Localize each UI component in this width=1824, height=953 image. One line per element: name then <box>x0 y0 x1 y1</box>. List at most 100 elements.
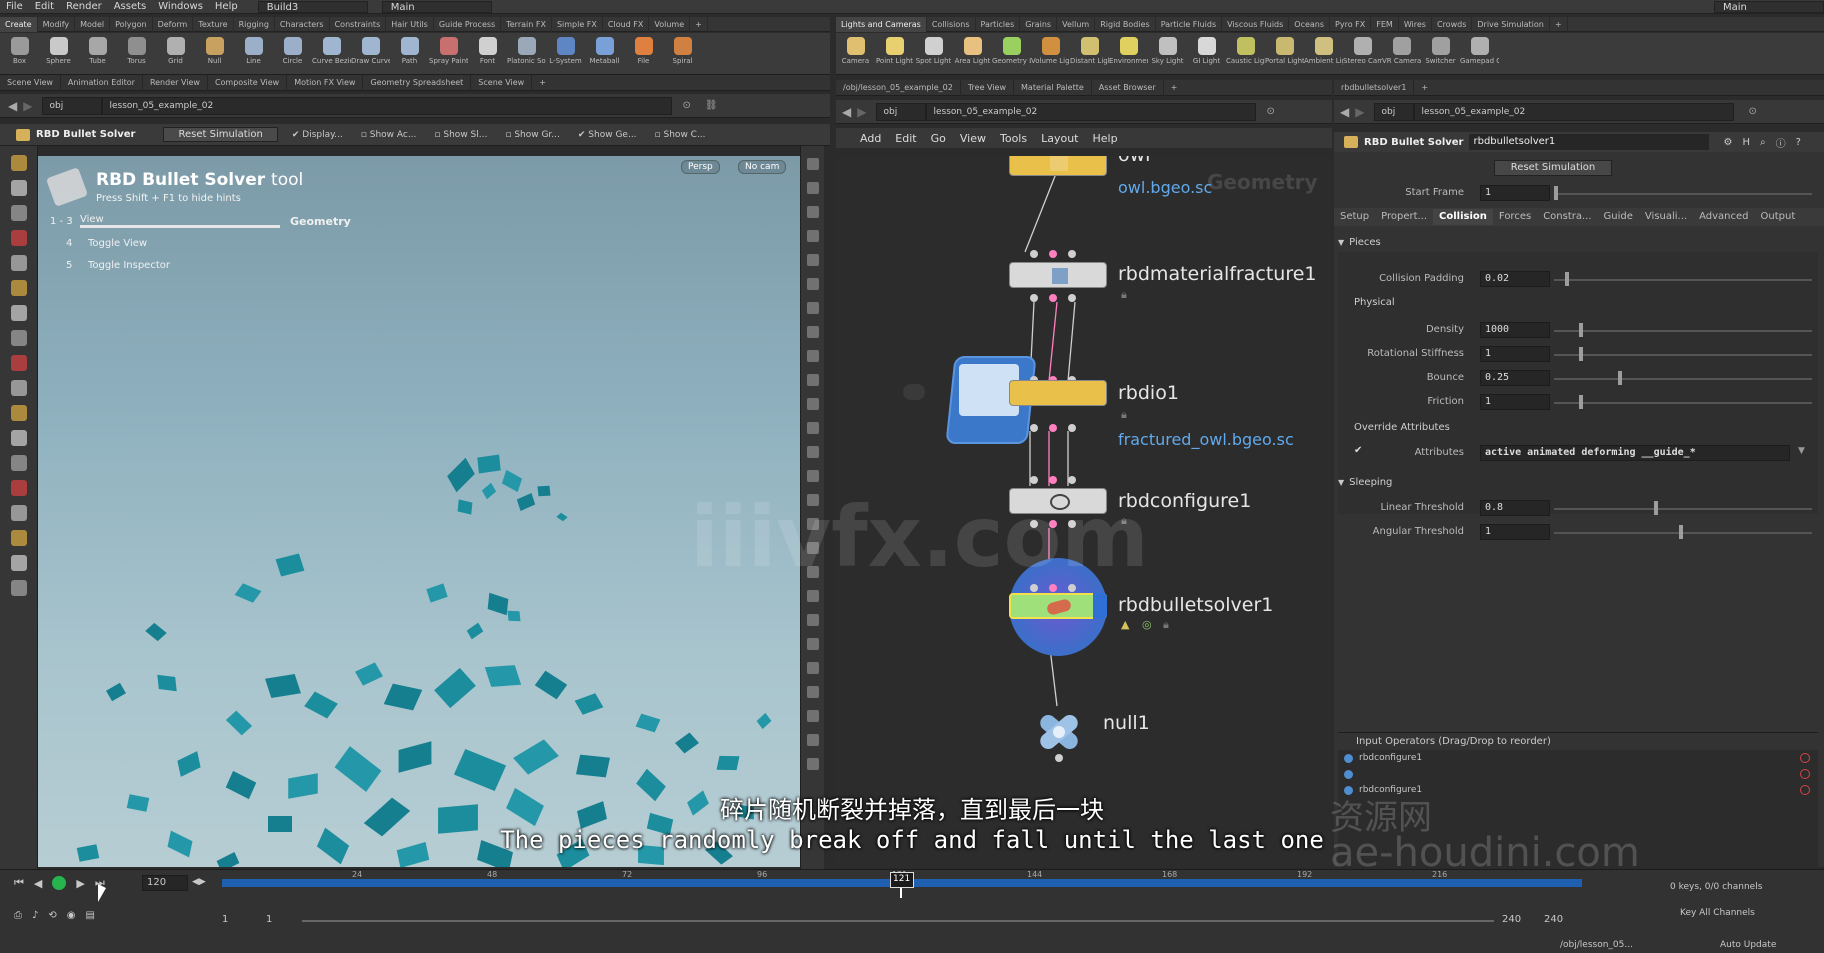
network-menu-help[interactable]: Help <box>1093 132 1118 145</box>
shelf-tab-particle-fluids[interactable]: Particle Fluids <box>1156 16 1223 32</box>
menu-windows[interactable]: Windows <box>152 1 209 12</box>
3d-viewport[interactable]: RBD Bullet Solver tool Press Shift + F1 … <box>38 156 800 867</box>
lock-icon[interactable]: 🔒︎ <box>1121 288 1127 302</box>
tool-point-light[interactable]: Point Light <box>875 33 914 75</box>
viewport-tool-icon[interactable] <box>10 580 27 596</box>
tool-ambient-light[interactable]: Ambient Light <box>1304 33 1343 75</box>
remove-input-icon[interactable] <box>1800 753 1810 763</box>
tool-font[interactable]: Font <box>468 33 507 75</box>
path-root[interactable]: obj <box>42 96 103 115</box>
display-option-icon[interactable] <box>806 422 819 434</box>
camera-menu[interactable]: No cam <box>738 160 787 174</box>
shelf-tab-create[interactable]: Create <box>0 16 38 32</box>
tool-distant-light[interactable]: Distant Light <box>1070 33 1109 75</box>
current-frame-marker[interactable]: 121 <box>890 872 914 888</box>
viewport-tool-icon[interactable] <box>10 255 27 271</box>
tool-curve-bezier[interactable]: Curve Bezier <box>312 33 351 75</box>
pane-tab-animation-editor[interactable]: Animation Editor <box>61 74 143 91</box>
menu-assets[interactable]: Assets <box>108 1 153 12</box>
display-option-icon[interactable] <box>806 326 819 338</box>
collision-padding-slider[interactable] <box>1554 279 1812 281</box>
tool-spray-paint[interactable]: Spray Paint <box>429 33 468 75</box>
rotational-stiffness-slider[interactable] <box>1554 354 1812 356</box>
viewport-tool-icon[interactable] <box>10 355 27 371</box>
shelf-tab-model[interactable]: Model <box>75 16 111 32</box>
output-port[interactable] <box>1068 424 1076 432</box>
node-label-owl[interactable]: owl <box>1118 156 1150 166</box>
persp-menu[interactable]: Persp <box>681 160 720 174</box>
density-field[interactable]: 1000 <box>1480 322 1550 338</box>
shelf-tab-cloud-fx[interactable]: Cloud FX <box>603 16 650 32</box>
rotational-stiffness-field[interactable]: 1 <box>1480 346 1550 362</box>
toggle-show-active[interactable]: ▫ Show Ac... <box>361 130 417 140</box>
add-shelf-icon[interactable]: + <box>690 16 708 32</box>
add-tab-icon[interactable]: + <box>532 75 553 91</box>
node-label-rbdmaterialfracture1[interactable]: rbdmaterialfracture1 <box>1118 263 1317 285</box>
range-start-field-2[interactable]: 1 <box>266 914 272 925</box>
friction-field[interactable]: 1 <box>1480 394 1550 410</box>
tool-circle[interactable]: Circle <box>273 33 312 75</box>
tool-geometry-light[interactable]: Geometry Light <box>992 33 1031 75</box>
shelf-tab-volume[interactable]: Volume <box>649 16 691 32</box>
input-port[interactable] <box>1030 476 1038 484</box>
output-port[interactable] <box>1049 424 1057 432</box>
viewport-tool-icon[interactable] <box>10 280 27 296</box>
input-port[interactable] <box>1030 250 1038 258</box>
forward-arrow-icon[interactable]: ▶ <box>857 105 866 119</box>
start-frame-field[interactable]: 1 <box>1480 185 1550 201</box>
friction-slider-handle[interactable] <box>1579 395 1583 409</box>
display-option-icon[interactable] <box>806 446 819 458</box>
menu-help[interactable]: Help <box>209 1 244 12</box>
shelf-tab-deform[interactable]: Deform <box>153 16 194 32</box>
shelf-tab-particles[interactable]: Particles <box>976 16 1021 32</box>
network-menu-view[interactable]: View <box>960 132 986 145</box>
start-frame-slider[interactable] <box>1554 193 1812 195</box>
viewport-tool-icon[interactable] <box>10 305 27 321</box>
node-label-rbdbulletsolver1[interactable]: rbdbulletsolver1 <box>1118 594 1273 616</box>
tool-switcher[interactable]: Switcher <box>1421 33 1460 75</box>
param-tab-constra[interactable]: Constra... <box>1537 209 1597 225</box>
shelf-tab-rigid-bodies[interactable]: Rigid Bodies <box>1095 16 1156 32</box>
pane-tab-composite-view[interactable]: Composite View <box>208 74 288 91</box>
viewport-tool-icon[interactable] <box>10 330 27 346</box>
display-option-icon[interactable] <box>806 590 819 602</box>
pin-icon[interactable]: ⊙ <box>682 100 690 111</box>
back-arrow-icon[interactable]: ◀ <box>842 105 851 119</box>
viewport-tool-icon[interactable] <box>10 430 27 446</box>
add-tab-icon[interactable]: + <box>1164 80 1185 96</box>
info-icon[interactable]: ⓘ <box>1776 135 1786 150</box>
add-shelf-icon[interactable]: + <box>1550 16 1568 32</box>
network-menu-go[interactable]: Go <box>931 132 946 145</box>
tool-camera[interactable]: Camera <box>836 33 875 75</box>
forward-arrow-icon[interactable]: ▶ <box>1355 105 1364 119</box>
shelf-tab-characters[interactable]: Characters <box>275 16 330 32</box>
reset-simulation-button[interactable]: Reset Simulation <box>163 127 278 142</box>
collision-padding-slider-handle[interactable] <box>1565 272 1569 286</box>
node-label-null1[interactable]: null1 <box>1103 712 1150 734</box>
tool-line[interactable]: Line <box>234 33 273 75</box>
shelf-tab-collisions[interactable]: Collisions <box>927 16 976 32</box>
network-menu-add[interactable]: Add <box>860 132 881 145</box>
toggle-show-sleeping[interactable]: ▫ Show Sl... <box>434 130 487 140</box>
pane-tab-asset-browser[interactable]: Asset Browser <box>1092 79 1164 96</box>
shelf-tab-pyro-fx[interactable]: Pyro FX <box>1330 16 1372 32</box>
menu-edit[interactable]: Edit <box>29 1 60 12</box>
tool-portal-light[interactable]: Portal Light <box>1265 33 1304 75</box>
linear-threshold-field[interactable]: 0.8 <box>1480 500 1550 516</box>
menu-file[interactable]: File <box>0 1 29 12</box>
range-start-field[interactable]: 1 <box>222 914 228 925</box>
reset-simulation-button[interactable]: Reset Simulation <box>1494 160 1612 176</box>
shelf-tab-grains[interactable]: Grains <box>1020 16 1058 32</box>
input-port[interactable] <box>1049 250 1057 258</box>
viewport-tool-icon[interactable] <box>10 380 27 396</box>
shelf-tab-hair-utils[interactable]: Hair Utils <box>386 16 434 32</box>
menu-render[interactable]: Render <box>60 1 108 12</box>
rotational-stiffness-slider-handle[interactable] <box>1579 347 1583 361</box>
node-rbdbulletsolver1[interactable] <box>1009 593 1107 619</box>
tool-torus[interactable]: Torus <box>117 33 156 75</box>
pin-icon[interactable]: ⊙ <box>1748 106 1756 117</box>
shelf-tab-modify[interactable]: Modify <box>38 16 76 32</box>
input-port[interactable] <box>1049 476 1057 484</box>
pieces-section-header[interactable]: ▼ Pieces <box>1338 234 1818 250</box>
tool-spiral[interactable]: Spiral <box>663 33 702 75</box>
